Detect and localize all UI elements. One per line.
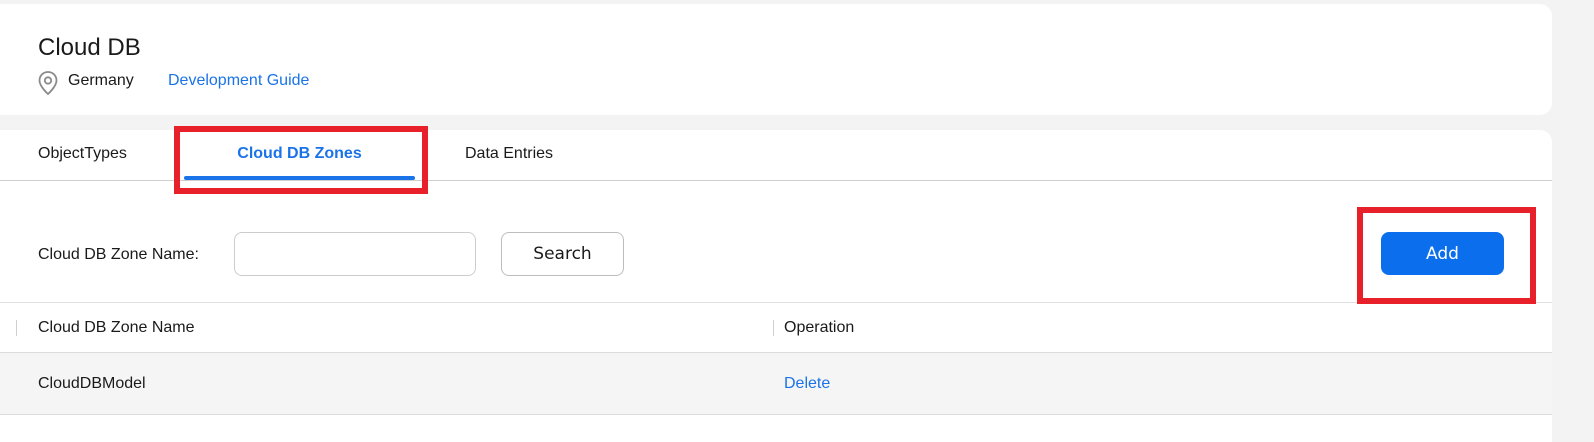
header-card: Cloud DB Germany Development Guide — [0, 4, 1552, 115]
delete-link[interactable]: Delete — [784, 375, 830, 393]
column-header-zone-name: Cloud DB Zone Name — [38, 319, 195, 336]
zone-name-search-input[interactable] — [234, 232, 476, 276]
development-guide-link[interactable]: Development Guide — [168, 72, 309, 90]
column-divider — [16, 320, 17, 336]
highlight-box-add — [1357, 207, 1536, 304]
highlight-box-tab — [174, 126, 428, 194]
region-label: Germany — [68, 72, 134, 89]
zone-name-filter-label: Cloud DB Zone Name: — [38, 246, 199, 263]
column-header-operation: Operation — [784, 319, 855, 336]
location-pin-icon — [38, 71, 58, 96]
tab-data-entries[interactable]: Data Entries — [465, 145, 553, 163]
tab-objecttypes[interactable]: ObjectTypes — [38, 145, 127, 163]
zone-name-cell: CloudDBModel — [38, 375, 146, 392]
page-title: Cloud DB — [38, 34, 141, 61]
column-divider — [773, 320, 774, 336]
search-button[interactable]: Search — [501, 232, 624, 276]
table-header: Cloud DB Zone Name Operation — [0, 302, 1552, 353]
table-row: CloudDBModel Delete — [0, 353, 1552, 415]
